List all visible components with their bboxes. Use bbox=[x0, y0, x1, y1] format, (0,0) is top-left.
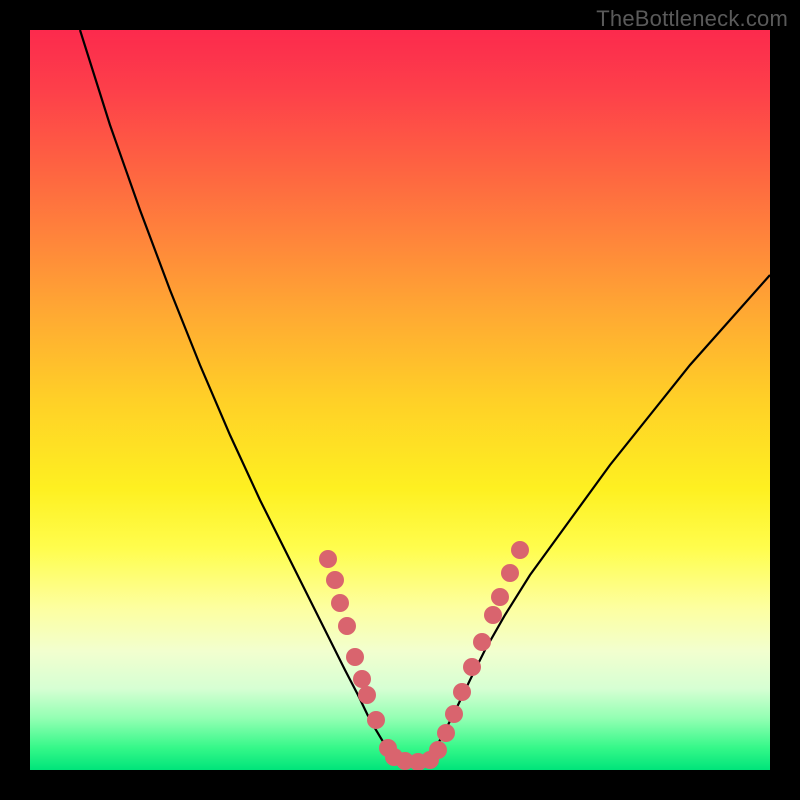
data-dot bbox=[445, 705, 463, 723]
data-dot bbox=[326, 571, 344, 589]
data-dot bbox=[429, 741, 447, 759]
data-dot bbox=[511, 541, 529, 559]
data-dot bbox=[367, 711, 385, 729]
data-dot bbox=[437, 724, 455, 742]
data-dot bbox=[484, 606, 502, 624]
plot-area bbox=[30, 30, 770, 770]
data-dot bbox=[346, 648, 364, 666]
data-dot bbox=[473, 633, 491, 651]
data-dot bbox=[453, 683, 471, 701]
data-dot bbox=[353, 670, 371, 688]
data-dot bbox=[501, 564, 519, 582]
data-dot bbox=[358, 686, 376, 704]
data-dot bbox=[319, 550, 337, 568]
dots-group bbox=[319, 541, 529, 770]
data-dot bbox=[338, 617, 356, 635]
left-curve-path bbox=[80, 30, 394, 755]
chart-stage: TheBottleneck.com bbox=[0, 0, 800, 800]
data-dot bbox=[491, 588, 509, 606]
right-curve-path bbox=[430, 275, 770, 760]
data-dot bbox=[463, 658, 481, 676]
data-dot bbox=[331, 594, 349, 612]
watermark-text: TheBottleneck.com bbox=[596, 6, 788, 32]
curve-layer bbox=[30, 30, 770, 770]
